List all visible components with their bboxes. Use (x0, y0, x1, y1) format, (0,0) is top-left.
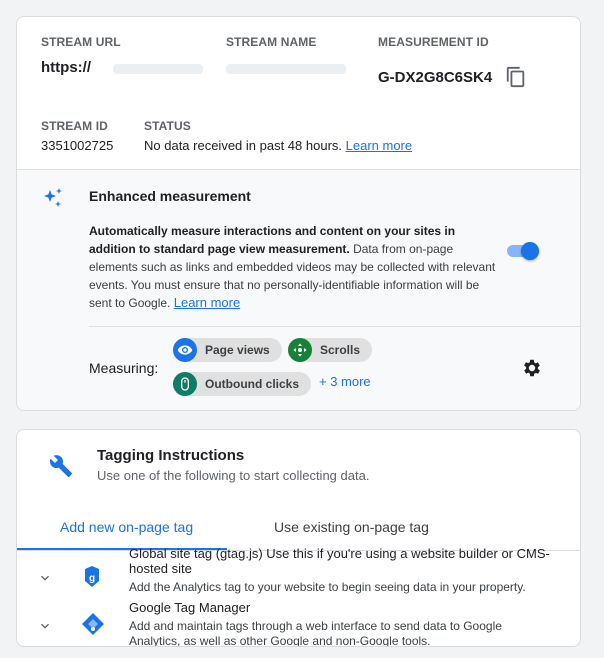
stream-url-value: https:// (41, 59, 91, 76)
toggle-knob (521, 242, 539, 260)
enhanced-measurement-description: Automatically measure interactions and c… (89, 222, 499, 312)
chip-label: Outbound clicks (205, 377, 300, 391)
more-events-link[interactable]: + 3 more (319, 374, 371, 389)
measurement-id-label: MEASUREMENT ID (378, 35, 489, 49)
stream-id-label: STREAM ID (41, 119, 108, 133)
gtag-description: Add the Analytics tag to your website to… (129, 580, 526, 594)
mouse-icon (173, 372, 197, 396)
tab-use-existing-tag[interactable]: Use existing on-page tag (274, 519, 429, 535)
status-text: No data received in past 48 hours. (144, 138, 343, 153)
gtag-title: Global site tag (gtag.js) Use this if yo… (129, 546, 550, 574)
scroll-crosshair-icon (288, 338, 312, 362)
stream-details-card: STREAM URL https:// STREAM NAME MEASUREM… (16, 16, 581, 411)
chevron-down-icon[interactable] (37, 570, 53, 586)
enhanced-learn-more-link[interactable]: Learn more (174, 295, 240, 310)
tab-add-new-tag[interactable]: Add new on-page tag (60, 519, 193, 535)
status-value: No data received in past 48 hours. Learn… (144, 138, 412, 153)
tag-manager-description: Add and maintain tags through a web inte… (129, 619, 502, 647)
tagging-subtitle: Use one of the following to start collec… (97, 468, 370, 483)
chip-outbound-clicks: Outbound clicks (173, 372, 312, 396)
stream-url-label: STREAM URL (41, 35, 121, 49)
tag-manager-icon (81, 612, 105, 636)
chevron-down-icon[interactable] (37, 618, 53, 634)
redacted-url (113, 64, 203, 74)
chip-scrolls: Scrolls (288, 338, 373, 362)
stream-name-label: STREAM NAME (226, 35, 317, 49)
copy-icon[interactable] (505, 66, 527, 88)
enhanced-measurement-toggle[interactable] (505, 239, 541, 263)
enhanced-measurement-section: Enhanced measurement Automatically measu… (17, 169, 580, 410)
redacted-stream-name (226, 64, 346, 74)
enhanced-measurement-title: Enhanced measurement (89, 188, 251, 204)
chip-label: Scrolls (320, 343, 361, 357)
eye-icon (173, 338, 197, 362)
measuring-label: Measuring: (89, 360, 159, 376)
status-label: STATUS (144, 119, 191, 133)
tagging-instructions-card: Tagging Instructions Use one of the foll… (16, 429, 581, 647)
svg-text:g: g (89, 573, 95, 584)
tag-manager-title: Google Tag Manager (129, 600, 251, 615)
measuring-divider (89, 326, 580, 327)
status-learn-more-link[interactable]: Learn more (346, 138, 412, 153)
sparkle-icon (41, 186, 65, 210)
gear-icon[interactable] (521, 357, 543, 379)
wrench-icon (49, 454, 73, 478)
chip-label: Page views (205, 343, 270, 357)
gtag-icon: g (83, 565, 101, 589)
stream-id-value: 3351002725 (41, 138, 114, 153)
measurement-id-value: G-DX2G8C6SK4 (378, 69, 493, 86)
chip-page-views: Page views (173, 338, 282, 362)
tagging-title: Tagging Instructions (97, 447, 245, 464)
